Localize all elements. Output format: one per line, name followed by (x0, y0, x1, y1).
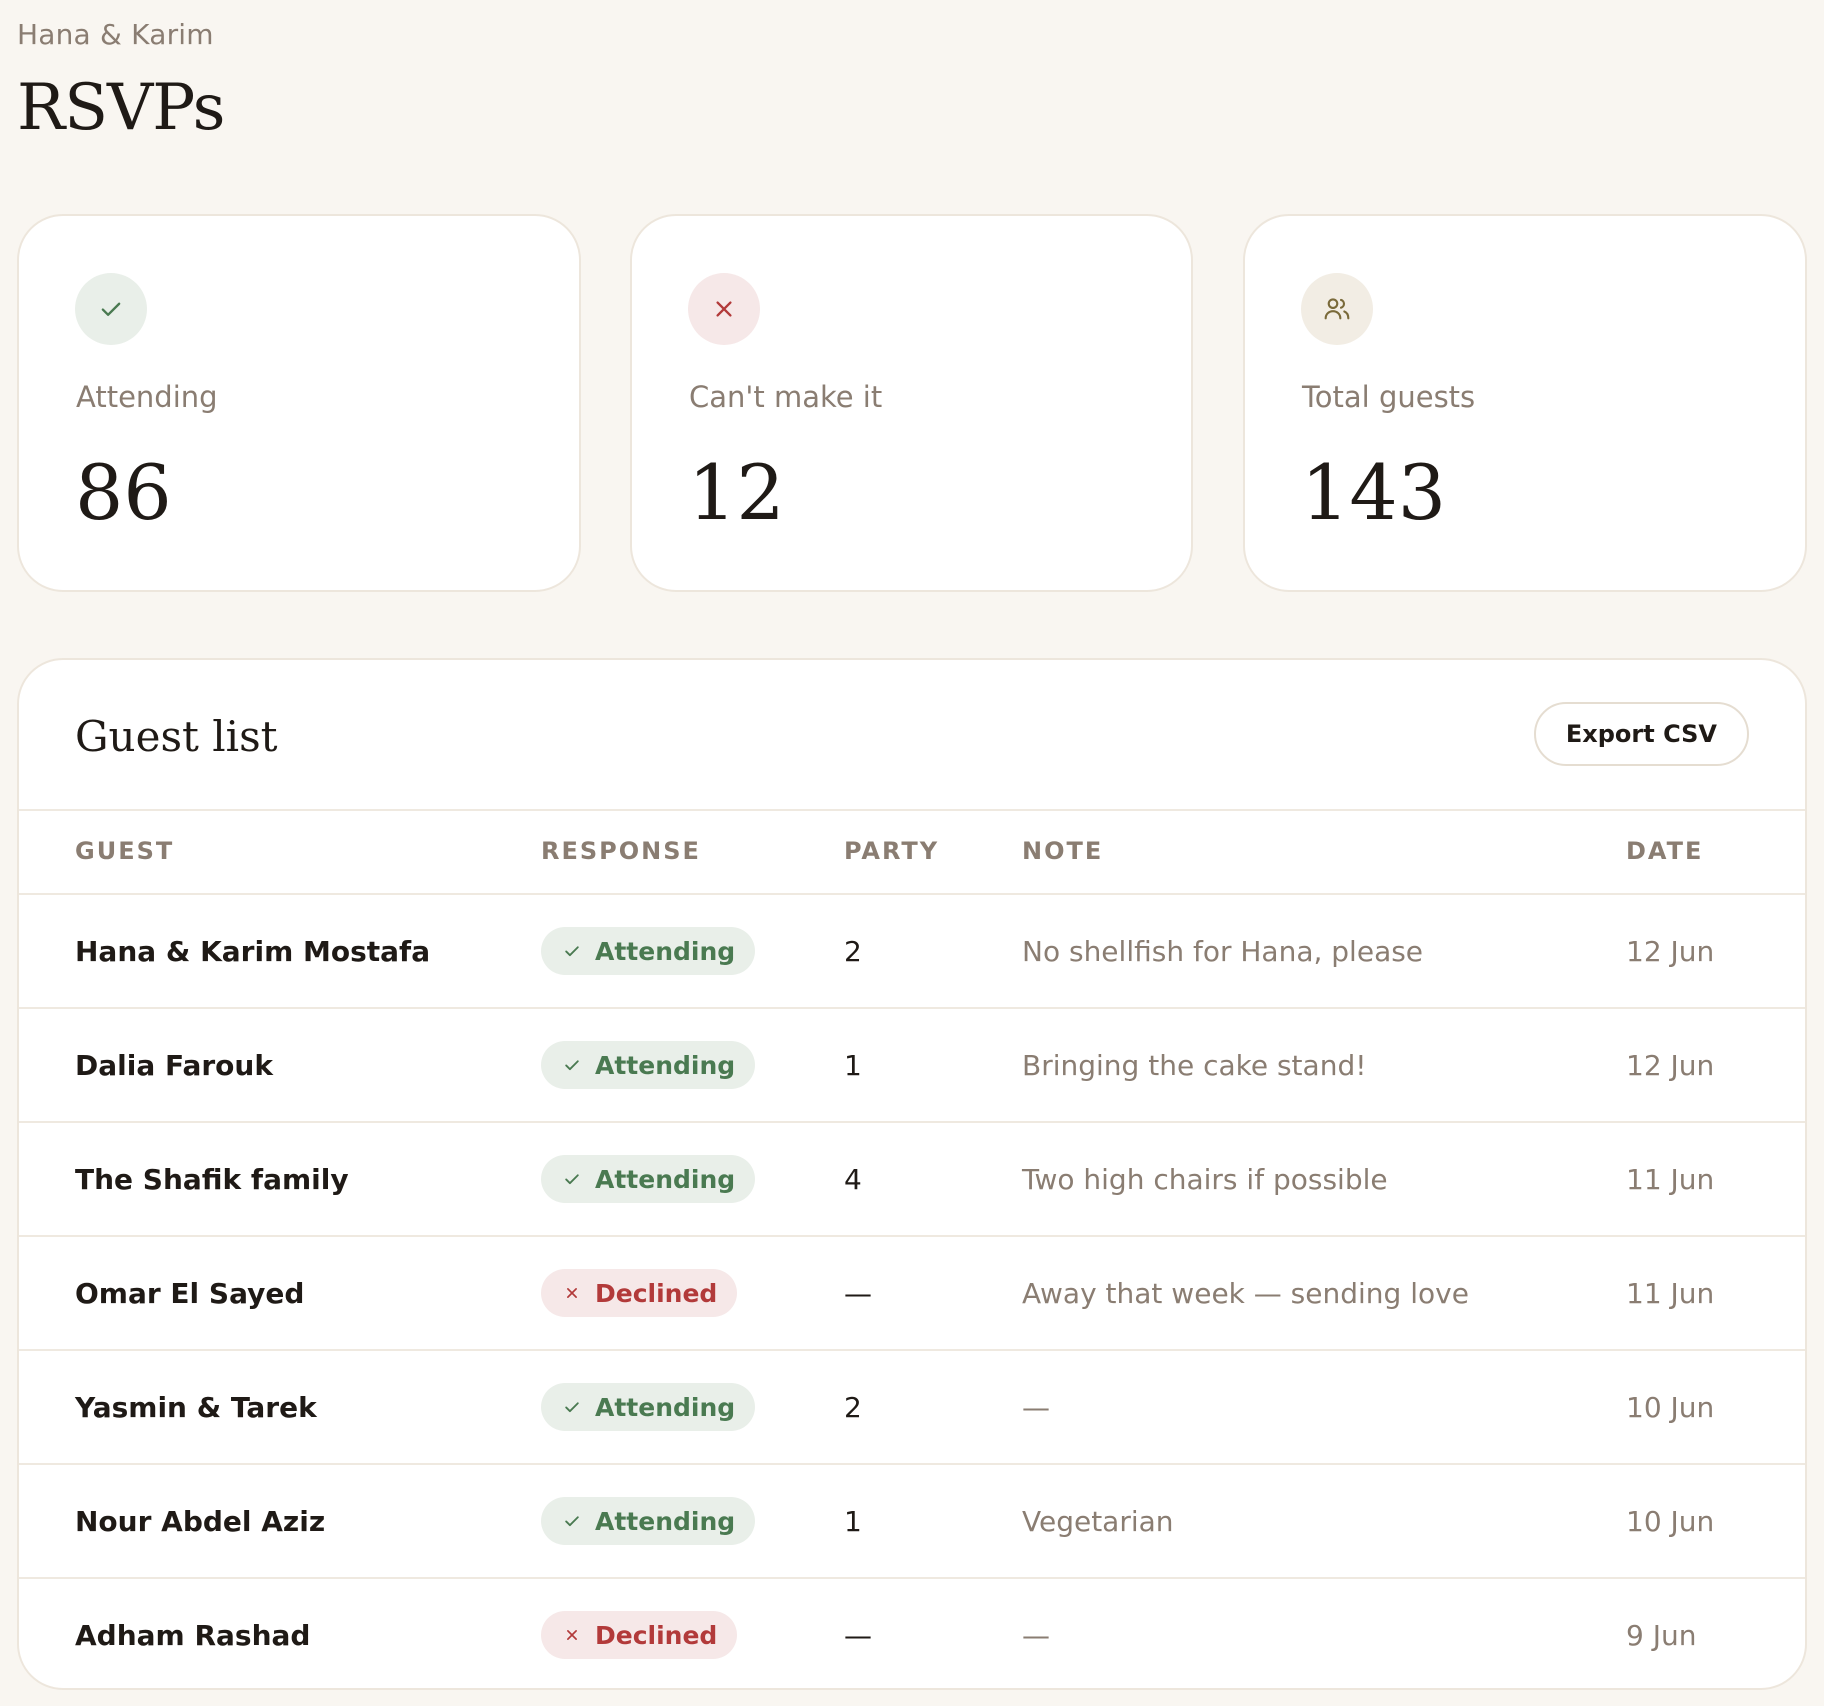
status-label: Attending (595, 1392, 736, 1422)
stats-row: Attending 86 Can't make it 12 Total gues… (17, 214, 1807, 594)
stat-label: Total guests (1302, 380, 1476, 414)
check-icon (561, 1168, 583, 1190)
table-header: GUEST RESPONSE PARTY NOTE DATE (19, 809, 1805, 895)
guest-name: Dalia Farouk (75, 1048, 273, 1082)
people-icon (1301, 273, 1373, 345)
column-header-response[interactable]: RESPONSE (541, 837, 701, 865)
guest-list-panel: Guest list Export CSV GUEST RESPONSE PAR… (17, 658, 1807, 1690)
status-badge: Declined (541, 1269, 738, 1317)
status-label: Attending (595, 1164, 736, 1194)
column-header-guest[interactable]: GUEST (75, 837, 174, 865)
couple-name: Hana & Karim (17, 18, 214, 51)
note-text: — (1022, 1618, 1050, 1652)
column-header-note[interactable]: NOTE (1022, 837, 1103, 865)
response-cell: Attending (541, 895, 756, 1007)
table-row[interactable]: Hana & Karim Mostafa Attending 2 No shel… (19, 895, 1805, 1009)
status-label: Attending (595, 1506, 736, 1536)
guest-name: Nour Abdel Aziz (75, 1504, 326, 1538)
note-text: Away that week — sending love (1022, 1276, 1469, 1310)
party-size: 1 (844, 1048, 862, 1082)
table-row[interactable]: Yasmin & Tarek Attending 2 — 10 Jun (19, 1351, 1805, 1465)
party-size: 1 (844, 1504, 862, 1538)
guest-list-title: Guest list (75, 712, 278, 761)
status-badge: Attending (541, 927, 756, 975)
note-text: Bringing the cake stand! (1022, 1048, 1367, 1082)
guest-name: Omar El Sayed (75, 1276, 305, 1310)
response-date: 11 Jun (1626, 1276, 1715, 1310)
response-cell: Declined (541, 1579, 738, 1688)
party-size: — (844, 1618, 872, 1652)
export-csv-button[interactable]: Export CSV (1533, 702, 1749, 766)
response-date: 12 Jun (1626, 1048, 1715, 1082)
table-body: Hana & Karim Mostafa Attending 2 No shel… (19, 895, 1805, 1688)
response-date: 10 Jun (1626, 1504, 1715, 1538)
status-label: Declined (595, 1278, 718, 1308)
table-row[interactable]: The Shafik family Attending 4 Two high c… (19, 1123, 1805, 1237)
party-size: 2 (844, 1390, 862, 1424)
close-icon (688, 273, 760, 345)
guest-name: Hana & Karim Mostafa (75, 934, 431, 968)
page-title: RSVPs (17, 71, 225, 145)
status-badge: Attending (541, 1041, 756, 1089)
close-icon (561, 1282, 583, 1304)
response-date: 10 Jun (1626, 1390, 1715, 1424)
stat-label: Can't make it (689, 380, 883, 414)
note-text: No shellfish for Hana, please (1022, 934, 1424, 968)
stat-card-attending: Attending 86 (17, 214, 581, 592)
response-cell: Attending (541, 1009, 756, 1121)
status-badge: Attending (541, 1155, 756, 1203)
check-icon (561, 1396, 583, 1418)
stat-label: Attending (76, 380, 218, 414)
check-icon (561, 1510, 583, 1532)
stat-card-declined: Can't make it 12 (630, 214, 1193, 592)
column-header-party[interactable]: PARTY (844, 837, 939, 865)
stat-value: 12 (688, 448, 785, 537)
guest-name: Adham Rashad (75, 1618, 311, 1652)
stat-value: 86 (75, 448, 172, 537)
table-row[interactable]: Dalia Farouk Attending 1 Bringing the ca… (19, 1009, 1805, 1123)
guest-table: GUEST RESPONSE PARTY NOTE DATE Hana & Ka… (19, 809, 1805, 1688)
table-row[interactable]: Omar El Sayed Declined — Away that week … (19, 1237, 1805, 1351)
party-size: 4 (844, 1162, 862, 1196)
response-date: 12 Jun (1626, 934, 1715, 968)
column-header-date[interactable]: DATE (1626, 837, 1703, 865)
note-text: — (1022, 1390, 1050, 1424)
check-icon (75, 273, 147, 345)
stat-card-total: Total guests 143 (1243, 214, 1807, 592)
table-row[interactable]: Nour Abdel Aziz Attending 1 Vegetarian 1… (19, 1465, 1805, 1579)
note-text: Two high chairs if possible (1022, 1162, 1388, 1196)
status-badge: Attending (541, 1383, 756, 1431)
party-size: 2 (844, 934, 862, 968)
note-text: Vegetarian (1022, 1504, 1174, 1538)
table-row[interactable]: Adham Rashad Declined — — 9 Jun (19, 1579, 1805, 1688)
party-size: — (844, 1276, 872, 1310)
response-cell: Declined (541, 1237, 738, 1349)
check-icon (561, 1054, 583, 1076)
response-cell: Attending (541, 1123, 756, 1235)
status-badge: Declined (541, 1611, 738, 1659)
close-icon (561, 1624, 583, 1646)
guest-name: The Shafik family (75, 1162, 349, 1196)
status-label: Attending (595, 936, 736, 966)
stat-value: 143 (1301, 448, 1447, 537)
response-cell: Attending (541, 1465, 756, 1577)
status-label: Declined (595, 1620, 718, 1650)
guest-name: Yasmin & Tarek (75, 1390, 317, 1424)
response-cell: Attending (541, 1351, 756, 1463)
response-date: 9 Jun (1626, 1618, 1697, 1652)
response-date: 11 Jun (1626, 1162, 1715, 1196)
status-label: Attending (595, 1050, 736, 1080)
check-icon (561, 940, 583, 962)
status-badge: Attending (541, 1497, 756, 1545)
